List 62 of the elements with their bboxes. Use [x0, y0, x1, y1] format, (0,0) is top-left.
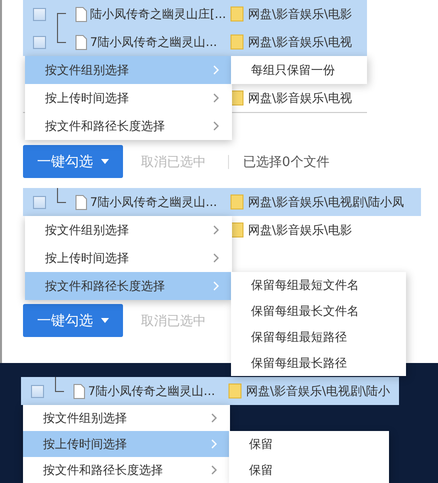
- caret-down-icon: [101, 159, 109, 164]
- chevron-right-icon: [210, 412, 218, 424]
- checkbox[interactable]: [33, 36, 46, 48]
- submenu-item[interactable]: 每组只保留一份: [231, 56, 367, 84]
- menu-item[interactable]: 按上传时间选择: [23, 431, 230, 457]
- submenu-item[interactable]: 保留: [229, 457, 389, 483]
- one-click-select-button[interactable]: 一键勾选: [23, 145, 123, 178]
- chevron-right-icon: [210, 464, 218, 476]
- chevron-right-icon: [212, 224, 220, 236]
- file-name: 7陆小凤传奇之幽灵山...: [90, 34, 218, 50]
- file-name: 7陆小凤传奇之幽灵山...: [88, 382, 216, 400]
- tree-line-icon: [57, 13, 66, 28]
- submenu-item[interactable]: 保留每组最长文件名: [231, 298, 406, 324]
- folder-path: 网盘\影音娱乐\电视剧\陆小: [246, 382, 390, 400]
- folder-path: 网盘\影音娱乐\电影: [248, 222, 352, 238]
- chevron-right-icon: [212, 64, 220, 76]
- folder-icon: [230, 90, 244, 106]
- chevron-right-icon: [212, 280, 220, 292]
- menu-item[interactable]: 按上传时间选择: [25, 84, 232, 112]
- submenu-item[interactable]: 保留每组最短路径: [231, 324, 406, 350]
- menu-item[interactable]: 按文件和路径长度选择: [23, 457, 230, 483]
- file-row[interactable]: 陆小凤传奇之幽灵山庄[... 网盘\影音娱乐\电影: [23, 0, 367, 28]
- submenu-item[interactable]: 保留每组最长路径: [231, 350, 406, 376]
- submenu-item[interactable]: 保留每组最短文件名: [231, 272, 406, 298]
- file-name: 7陆小凤传奇之幽灵山...: [90, 194, 218, 210]
- menu-item[interactable]: 按文件和路径长度选择: [25, 272, 232, 300]
- chevron-right-icon: [212, 92, 220, 104]
- submenu-item[interactable]: 保留: [229, 431, 389, 457]
- file-icon: [73, 384, 85, 398]
- menu-item[interactable]: 按文件组别选择: [23, 405, 230, 431]
- file-row[interactable]: 7陆小凤传奇之幽灵山... 网盘\影音娱乐\电视剧\陆小凤: [23, 188, 421, 216]
- menu-item[interactable]: 按文件组别选择: [25, 56, 232, 84]
- file-icon: [75, 34, 87, 50]
- checkbox[interactable]: [31, 384, 44, 398]
- folder-icon: [230, 34, 244, 50]
- caret-down-icon: [101, 318, 109, 323]
- file-row[interactable]: 7陆小凤传奇之幽灵山... 网盘\影音娱乐\电视: [23, 28, 367, 56]
- folder-icon: [230, 6, 244, 22]
- file-row[interactable]: 7陆小凤传奇之幽灵山... 网盘\影音娱乐\电视剧\陆小: [21, 377, 399, 405]
- folder-icon: [230, 194, 244, 210]
- checkbox[interactable]: [33, 196, 46, 208]
- menu-item[interactable]: 按上传时间选择: [25, 244, 232, 272]
- folder-path: 网盘\影音娱乐\电影: [248, 6, 352, 22]
- chevron-right-icon: [210, 438, 218, 450]
- one-click-select-button[interactable]: 一键勾选: [23, 304, 123, 337]
- file-icon: [75, 194, 87, 210]
- chevron-right-icon: [212, 252, 220, 264]
- folder-path: 网盘\影音娱乐\电视剧\陆小凤: [248, 194, 404, 210]
- file-name: 陆小凤传奇之幽灵山庄[...: [90, 6, 226, 22]
- selection-status: 已选择0个文件: [243, 154, 330, 170]
- tree-line-icon: [57, 28, 66, 43]
- tree-line-icon: [57, 188, 66, 203]
- folder-icon: [230, 222, 244, 238]
- menu-item[interactable]: 按文件组别选择: [25, 216, 232, 244]
- file-icon: [75, 6, 87, 22]
- folder-icon: [228, 383, 242, 399]
- folder-path: 网盘\影音娱乐\电视: [248, 90, 352, 106]
- checkbox[interactable]: [33, 8, 46, 20]
- menu-item[interactable]: 按文件和路径长度选择: [25, 112, 232, 140]
- tree-line-icon: [55, 377, 64, 392]
- folder-path: 网盘\影音娱乐\电视: [248, 34, 352, 50]
- chevron-right-icon: [212, 120, 220, 132]
